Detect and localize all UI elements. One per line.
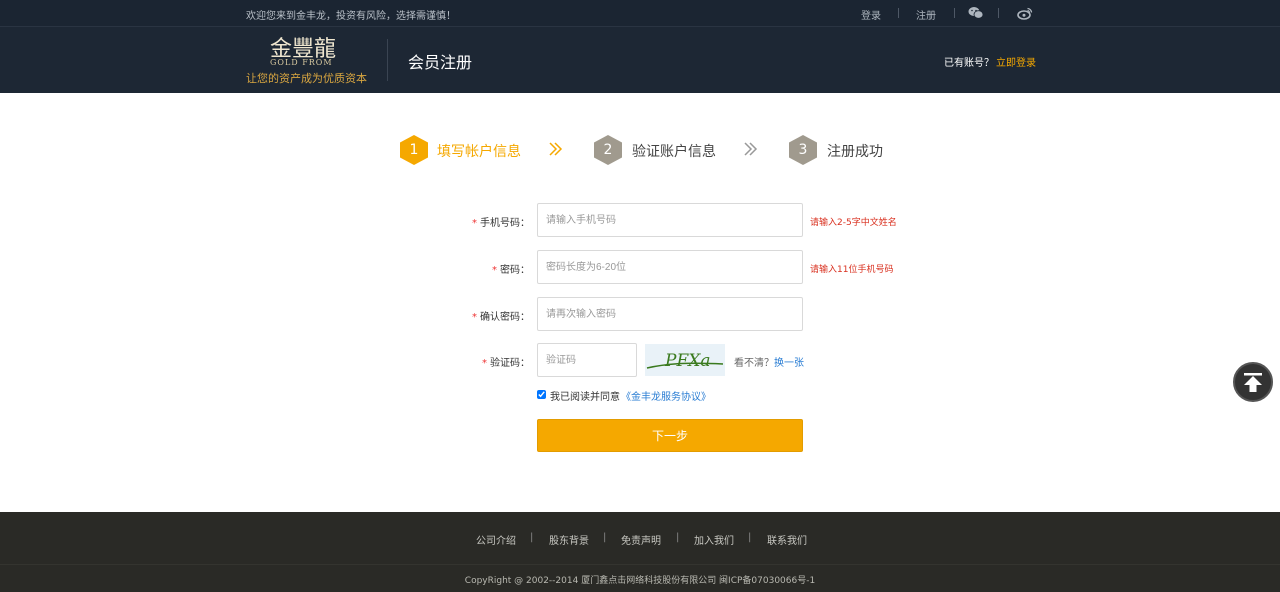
divider (954, 8, 955, 18)
captcha-refresh-link[interactable]: 换一张 (774, 354, 804, 369)
confirm-password-label: * 确认密码： (472, 312, 530, 323)
double-chevron-right-icon (744, 142, 758, 156)
step-number-2: 2 (594, 135, 622, 165)
step-label-2: 验证账户信息 (632, 144, 716, 160)
divider (998, 8, 999, 18)
step-label-1: 填写帐户信息 (437, 144, 521, 160)
password-label: * 密码： (492, 265, 530, 276)
double-chevron-right-icon (549, 142, 563, 156)
phone-input[interactable] (537, 203, 803, 237)
footer: 公司介绍 | 股东背景 | 免责声明 | 加入我们 | 联系我们 CopyRig… (0, 512, 1280, 592)
footer-separator: | (748, 532, 752, 543)
captcha-image[interactable]: PFXa (645, 344, 725, 376)
footer-link-join[interactable]: 加入我们 (694, 532, 734, 547)
top-bar: 欢迎您来到金丰龙，投资有风险，选择需谨慎！ 登录 注册 (0, 0, 1280, 27)
welcome-text: 欢迎您来到金丰龙，投资有风险，选择需谨慎！ (246, 11, 456, 22)
service-agreement-link[interactable]: 《金丰龙服务协议》 (621, 388, 711, 403)
step-number-3: 3 (789, 135, 817, 165)
agree-checkbox[interactable] (537, 390, 546, 399)
footer-divider (0, 564, 1280, 565)
logo[interactable]: 金豐龍 GOLD FROM 让您的资产成为优质资本 (246, 31, 368, 87)
header: 金豐龍 GOLD FROM 让您的资产成为优质资本 会员注册 已有账号？ 立即登… (0, 27, 1280, 93)
page-title: 会员注册 (408, 53, 473, 72)
footer-link-about[interactable]: 公司介绍 (476, 532, 516, 547)
divider (898, 8, 899, 18)
footer-separator: | (603, 532, 607, 543)
footer-link-shareholders[interactable]: 股东背景 (549, 532, 589, 547)
registration-steps: 1 填写帐户信息 2 验证账户信息 3 注册成功 (398, 133, 898, 165)
captcha-unclear-text: 看不清？ (734, 358, 774, 369)
top-bar-links: 登录 注册 (850, 6, 1040, 22)
back-to-top-button[interactable] (1233, 362, 1273, 402)
header-divider (387, 39, 388, 81)
footer-separator: | (530, 532, 534, 543)
next-step-button[interactable]: 下一步 (537, 419, 803, 452)
wechat-icon[interactable] (968, 6, 984, 20)
top-login-link[interactable]: 登录 (861, 7, 881, 22)
captcha-text: PFXa (664, 351, 710, 371)
password-hint: 请输入11位手机号码 (810, 265, 894, 275)
logo-english: GOLD FROM (270, 58, 333, 67)
footer-separator: | (676, 532, 680, 543)
login-now-link[interactable]: 立即登录 (996, 54, 1036, 69)
logo-slogan: 让您的资产成为优质资本 (246, 72, 367, 85)
copyright: CopyRight @ 2002--2014 厦门鑫点击网络科技股份有限公司 闽… (464, 576, 816, 586)
confirm-password-input[interactable] (537, 297, 803, 331)
weibo-icon[interactable] (1017, 6, 1033, 20)
step-label-3: 注册成功 (827, 144, 883, 160)
footer-links: 公司介绍 | 股东背景 | 免责声明 | 加入我们 | 联系我们 (0, 532, 1280, 547)
phone-label: * 手机号码： (472, 218, 530, 229)
login-hint: 已有账号？ (944, 58, 994, 69)
captcha-label: * 验证码： (482, 358, 530, 369)
footer-link-disclaimer[interactable]: 免责声明 (621, 532, 661, 547)
agree-text: 我已阅读并同意 (550, 392, 620, 403)
top-register-link[interactable]: 注册 (916, 7, 936, 22)
footer-link-contact[interactable]: 联系我们 (767, 532, 807, 547)
phone-hint: 请输入2-5字中文姓名 (810, 218, 897, 228)
step-number-1: 1 (400, 135, 428, 165)
captcha-input[interactable] (537, 343, 637, 377)
password-input[interactable] (537, 250, 803, 284)
arrow-up-icon (1244, 373, 1262, 392)
